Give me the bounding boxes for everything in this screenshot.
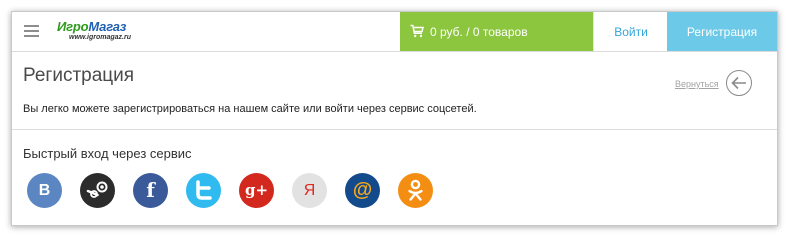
google-plus-login-button[interactable]: g+ [239, 173, 274, 208]
menu-icon[interactable] [24, 25, 39, 38]
steam-login-button[interactable] [80, 173, 115, 208]
cart-icon [410, 24, 424, 38]
odnoklassniki-login-button[interactable] [398, 173, 433, 208]
vk-login-button[interactable]: В [27, 173, 62, 208]
login-button[interactable]: Войти [593, 12, 668, 51]
register-button[interactable]: Регистрация [667, 12, 777, 51]
logo[interactable]: ИгроМагаз www.igromagaz.ru [55, 19, 165, 47]
logo-name-part1: Игро [57, 19, 89, 34]
twitter-login-button[interactable] [186, 173, 221, 208]
cart-summary: 0 руб. / 0 товаров [430, 25, 528, 39]
yandex-login-button[interactable]: Я [292, 173, 327, 208]
back-link[interactable]: Вернуться [675, 79, 719, 89]
facebook-login-button[interactable]: f [133, 173, 168, 208]
logo-name-part2: Магаз [88, 19, 127, 34]
mail-login-button[interactable]: @ [345, 173, 380, 208]
logo-name: ИгроМагаз [57, 19, 126, 34]
cart-button[interactable]: 0 руб. / 0 товаров [400, 12, 593, 51]
registration-description: Вы легко можете зарегистрироваться на на… [23, 103, 477, 115]
back-button[interactable] [726, 70, 752, 96]
quick-login-title: Быстрый вход через сервис [23, 146, 192, 161]
twitter-icon [196, 180, 212, 200]
page-frame: ИгроМагаз www.igromagaz.ru 0 руб. / 0 то… [11, 11, 778, 226]
vk-icon: В [38, 182, 51, 199]
google-plus-icon: g+ [244, 181, 269, 199]
mail-icon: @ [352, 179, 373, 201]
arrow-left-icon [731, 76, 746, 90]
header: ИгроМагаз www.igromagaz.ru 0 руб. / 0 то… [12, 12, 777, 52]
yandex-icon: Я [303, 182, 316, 199]
logo-url: www.igromagaz.ru [69, 34, 131, 41]
page-title: Регистрация [23, 65, 135, 86]
facebook-icon: f [146, 178, 155, 202]
steam-icon [86, 181, 108, 198]
divider [12, 129, 777, 130]
odnoklassniki-icon [408, 179, 423, 201]
